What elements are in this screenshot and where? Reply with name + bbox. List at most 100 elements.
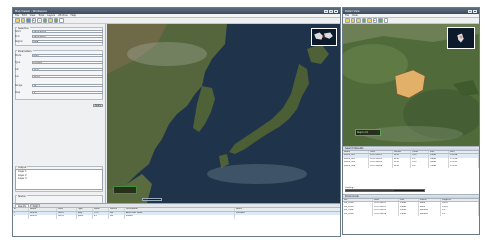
- table-row[interactable]: scene_004 2011-06-04 MOD 0% 23MB 123/35: [343, 164, 479, 169]
- col-size[interactable]: Size: [399, 198, 419, 202]
- layers-icon[interactable]: [53, 18, 58, 23]
- detail-map-view[interactable]: Region 01: [343, 24, 479, 146]
- col-sensor[interactable]: Sensor: [393, 150, 411, 154]
- cell: sat: [109, 215, 125, 219]
- region-label-overlay: Region 01: [355, 129, 381, 136]
- refresh-icon[interactable]: [356, 18, 361, 23]
- download-icon[interactable]: [378, 18, 383, 23]
- left-panel: Selection Start 2011-06-01 End 2011-06-0…: [13, 24, 106, 208]
- col-id[interactable]: ID: [13, 208, 29, 211]
- lat-field[interactable]: 35.0: [32, 68, 103, 72]
- settings-icon[interactable]: [59, 18, 64, 23]
- col-status[interactable]: Status: [419, 198, 441, 202]
- save-icon[interactable]: [350, 18, 355, 23]
- pan-icon[interactable]: [367, 18, 372, 23]
- col-date[interactable]: Date: [373, 198, 399, 202]
- cell: 2011-06-04: [373, 212, 399, 217]
- map-view[interactable]: [107, 24, 341, 203]
- cell: queued: [419, 212, 441, 217]
- menu-view[interactable]: View: [30, 14, 36, 17]
- region-field[interactable]: Asia: [32, 40, 103, 44]
- cell: 23MB: [399, 212, 419, 217]
- cell: Inland: [125, 215, 235, 219]
- region-row: Region Asia: [15, 40, 103, 44]
- lon-field[interactable]: 135.0: [32, 75, 103, 79]
- cell: MOD: [393, 164, 411, 169]
- end-field[interactable]: 2011-06-07: [32, 35, 103, 39]
- col-date[interactable]: Date: [57, 208, 77, 211]
- zoom-out-icon[interactable]: −: [37, 18, 42, 23]
- list-item[interactable]: Layer 3: [16, 177, 102, 181]
- inset-overview: [457, 33, 464, 43]
- open-icon[interactable]: [20, 18, 25, 23]
- col-file[interactable]: File: [343, 198, 373, 202]
- col-value[interactable]: Value: [93, 208, 109, 211]
- end-label: End: [15, 35, 20, 39]
- scale-overlay: [113, 186, 137, 194]
- main-window: Map Viewer - Workspace File Edit View To…: [12, 7, 341, 237]
- detail-window-title: Detail View: [345, 9, 360, 13]
- maximize-button[interactable]: [329, 9, 333, 13]
- layers-icon[interactable]: [361, 18, 366, 23]
- col-name[interactable]: Name: [29, 208, 57, 211]
- cell: 0%: [411, 164, 429, 169]
- mode-label: Mode: [15, 54, 22, 58]
- cell: 23MB: [429, 164, 449, 169]
- pan-icon[interactable]: [42, 18, 47, 23]
- detail-inset-map[interactable]: [447, 27, 475, 49]
- apply-button[interactable]: Apply: [92, 104, 103, 108]
- map-status-bar: [142, 198, 162, 201]
- open-icon[interactable]: [345, 18, 350, 23]
- table-row[interactable]: 2 Item B 06-02 point 8.1 sat Inland: [13, 215, 340, 219]
- table-row[interactable]: file_d.hdf 2011-06-04 23MB queued 0%: [343, 212, 479, 217]
- type-row: Type Polygon: [15, 61, 103, 65]
- menu-window[interactable]: Window: [58, 14, 67, 17]
- col-cloud[interactable]: Cloud: [411, 150, 429, 154]
- type-select[interactable]: Polygon: [32, 61, 103, 65]
- progress-fill: [346, 190, 395, 191]
- mode-select[interactable]: Auto: [32, 54, 103, 58]
- start-row: Start 2011-06-01: [15, 30, 103, 34]
- zoom-in-icon[interactable]: +: [372, 18, 377, 23]
- tab-log[interactable]: Log: [30, 203, 41, 208]
- zoom-in-icon[interactable]: +: [31, 18, 36, 23]
- tab-results[interactable]: Results: [15, 203, 30, 208]
- start-label: Start: [15, 30, 21, 34]
- col-name[interactable]: Name: [343, 150, 369, 154]
- start-field[interactable]: 2011-06-01: [32, 30, 103, 34]
- overview-minimap[interactable]: [311, 28, 337, 46]
- menu-view[interactable]: View: [352, 14, 358, 17]
- step-field[interactable]: 1: [32, 91, 103, 95]
- mode-row: Mode Auto: [15, 54, 103, 58]
- world-overview: [314, 32, 333, 40]
- menu-file[interactable]: File: [15, 14, 19, 17]
- layer-list[interactable]: Layer 1 Layer 2 Layer 3: [15, 169, 103, 190]
- type-label: Type: [15, 61, 21, 65]
- menu-help[interactable]: Help: [71, 14, 76, 17]
- menu-tools[interactable]: Tools: [38, 14, 44, 17]
- col-description[interactable]: Description: [125, 208, 235, 211]
- cell: scene_004: [343, 164, 369, 169]
- col-path[interactable]: Path: [449, 150, 479, 154]
- minimize-button[interactable]: [468, 9, 472, 13]
- parameters-group-title: Parameters: [17, 50, 33, 53]
- satellite-map[interactable]: [107, 24, 341, 203]
- col-progress[interactable]: Progress: [441, 198, 479, 202]
- refresh-icon[interactable]: [48, 18, 53, 23]
- settings-icon[interactable]: [383, 18, 388, 23]
- col-source[interactable]: Source: [109, 208, 125, 211]
- col-date[interactable]: Date: [369, 150, 393, 154]
- new-icon[interactable]: [15, 18, 20, 23]
- end-row: End 2011-06-07: [15, 35, 103, 39]
- menu-edit[interactable]: Edit: [22, 14, 27, 17]
- minimize-button[interactable]: [324, 9, 328, 13]
- range-field[interactable]: 10: [32, 84, 103, 88]
- close-button[interactable]: [334, 9, 338, 13]
- col-notes[interactable]: Notes: [235, 208, 340, 211]
- save-icon[interactable]: [26, 18, 31, 23]
- close-button[interactable]: [473, 9, 477, 13]
- col-type[interactable]: Type: [77, 208, 93, 211]
- menu-file[interactable]: File: [345, 14, 349, 17]
- menu-layers[interactable]: Layers: [47, 14, 55, 17]
- col-size[interactable]: Size: [429, 150, 449, 154]
